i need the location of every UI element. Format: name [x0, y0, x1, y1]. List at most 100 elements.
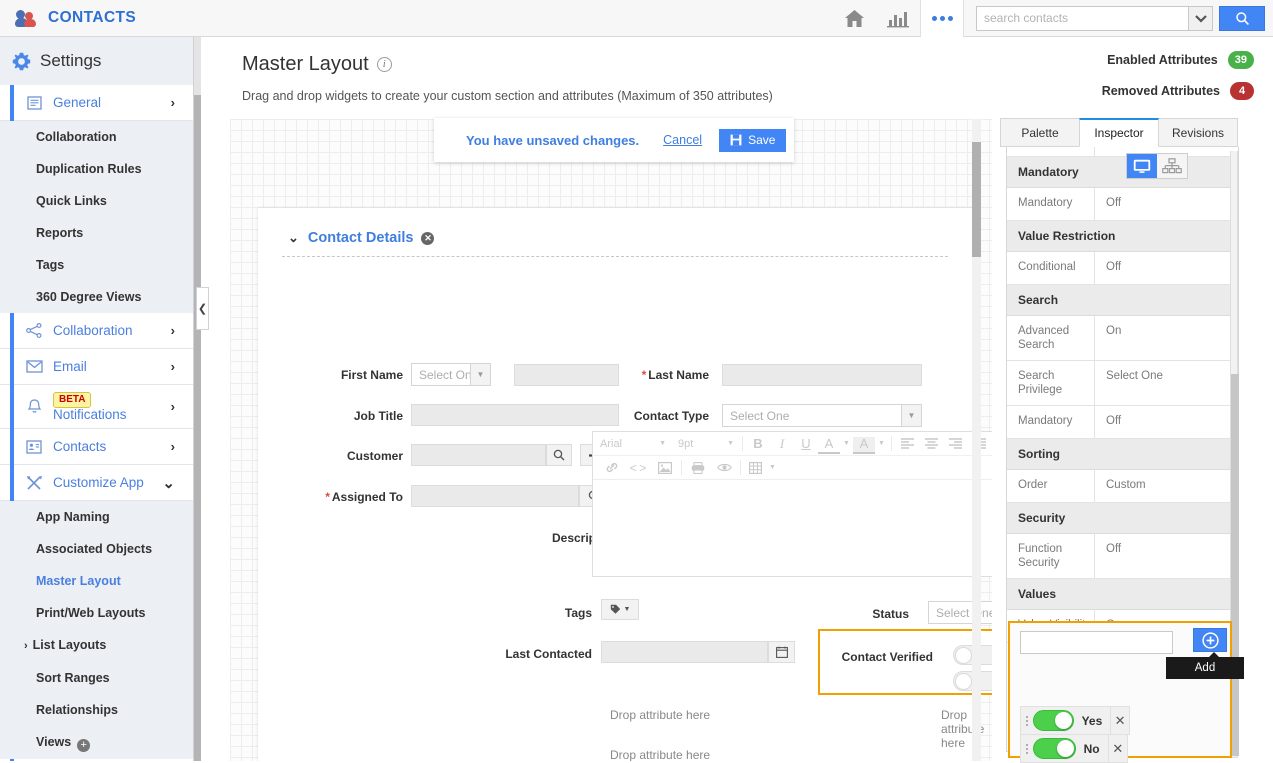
last-contacted-calendar-button[interactable] [768, 641, 795, 663]
property-row[interactable]: Mandatory Off [1007, 406, 1238, 439]
print-icon[interactable] [685, 456, 711, 480]
tags-picker-button[interactable]: ▼ [601, 599, 639, 620]
canvas-scrollbar[interactable] [972, 119, 981, 761]
link-icon[interactable] [598, 456, 625, 480]
sidebar-item-general[interactable]: General › [0, 85, 193, 121]
sidebar-item-notifications[interactable]: BETA Notifications › [0, 385, 193, 429]
contact-type-select[interactable]: Select One ▼ [722, 404, 922, 427]
sidebar-item-tags[interactable]: Tags [0, 249, 193, 281]
sidebar-item-list-layouts[interactable]: › List Layouts [0, 629, 193, 662]
value-enabled-toggle[interactable] [1032, 710, 1074, 731]
property-row[interactable]: Order Custom [1007, 470, 1238, 503]
search-button[interactable] [1219, 5, 1265, 31]
property-value[interactable]: On [1095, 316, 1238, 360]
drag-handle-icon[interactable] [1021, 743, 1033, 754]
source-code-icon[interactable]: < > [625, 456, 651, 480]
sidebar-scrollbar-thumb[interactable] [194, 95, 201, 761]
last-contacted-input[interactable] [601, 641, 768, 663]
property-value[interactable]: Off [1095, 188, 1238, 220]
drop-zone-left[interactable]: Drop attribute here [610, 708, 710, 722]
first-name-prefix-select[interactable]: Select One ▼ [411, 363, 491, 386]
add-value-button[interactable] [1193, 628, 1227, 652]
tab-revisions[interactable]: Revisions [1158, 118, 1238, 147]
sidebar-item-collaboration-sub[interactable]: Collaboration [0, 121, 193, 153]
sidebar-item-customize-app[interactable]: Customize App ⌄ [0, 465, 193, 501]
sidebar-item-collaboration[interactable]: Collaboration › [0, 313, 193, 349]
sidebar-item-views[interactable]: Views + [0, 726, 193, 759]
desktop-view-button[interactable] [1127, 154, 1157, 178]
new-value-input[interactable] [1020, 631, 1173, 654]
info-icon[interactable]: i [376, 57, 392, 72]
search-input[interactable] [976, 5, 1188, 31]
description-editor[interactable]: Arial▼ 9pt▼ B I U A ▼ A ▼ ▼ 123 ▼ [592, 431, 992, 577]
sidebar-item-360-degree-views[interactable]: 360 Degree Views [0, 281, 193, 313]
close-icon[interactable]: ✕ [1107, 735, 1127, 762]
sidebar-item-app-naming[interactable]: App Naming [0, 501, 193, 533]
bullet-list-icon[interactable] [991, 432, 992, 456]
property-value[interactable]: Off [1095, 534, 1238, 578]
inspector-scrollbar-thumb[interactable] [1231, 374, 1239, 756]
save-button[interactable]: Save [719, 128, 787, 152]
first-name-input[interactable] [514, 364, 619, 386]
cancel-button[interactable]: Cancel [663, 133, 702, 147]
chevron-down-icon[interactable]: ▼ [875, 432, 888, 456]
property-row[interactable]: Mandatory Off [1007, 188, 1238, 221]
table-icon[interactable] [744, 456, 766, 480]
property-row[interactable]: Function Security Off [1007, 534, 1238, 579]
tab-inspector[interactable]: Inspector [1079, 118, 1159, 147]
sidebar-item-relationships[interactable]: Relationships [0, 694, 193, 726]
sidebar-item-reports-sub[interactable]: Reports [0, 217, 193, 249]
drop-zone-bottom[interactable]: Drop attribute here [610, 748, 710, 761]
property-value[interactable]: Off [1095, 406, 1238, 438]
reports-button[interactable] [876, 0, 920, 37]
sidebar-item-associated-objects[interactable]: Associated Objects [0, 533, 193, 565]
close-circle-icon[interactable]: ✕ [421, 231, 435, 245]
align-right-icon[interactable] [943, 432, 967, 456]
align-left-icon[interactable] [895, 432, 919, 456]
property-value[interactable]: Custom [1095, 470, 1238, 502]
image-icon[interactable] [651, 456, 678, 480]
close-icon[interactable]: ✕ [1110, 707, 1129, 734]
value-list-item[interactable]: Yes ✕ [1020, 706, 1130, 735]
value-enabled-toggle[interactable] [1033, 738, 1076, 759]
contact-verified-widget[interactable]: Contact Verified Yes No [818, 629, 992, 695]
tree-view-button[interactable] [1157, 154, 1187, 178]
view-mode-toggle[interactable] [1126, 153, 1188, 179]
job-title-input[interactable] [411, 404, 619, 426]
value-list-item[interactable]: No ✕ [1020, 734, 1128, 763]
align-center-icon[interactable] [919, 432, 943, 456]
customer-search-button[interactable] [546, 444, 572, 466]
sidebar-item-master-layout[interactable]: Master Layout [0, 565, 193, 597]
chevron-down-icon[interactable]: ▼ [840, 432, 853, 456]
text-color-icon[interactable]: A [818, 437, 840, 454]
property-row[interactable]: Search Privilege Select One [1007, 361, 1238, 406]
sidebar-item-contacts[interactable]: Contacts › [0, 429, 193, 465]
layout-canvas[interactable]: ⌄ Contact Details ✕ First Name Select On… [230, 119, 992, 761]
chevron-down-icon[interactable]: ⌄ [288, 230, 299, 246]
sidebar-collapse-handle[interactable]: ❮ [196, 287, 209, 330]
preview-eye-icon[interactable] [711, 456, 737, 480]
editor-font-family-select[interactable]: Arial ▼ [593, 438, 671, 450]
tab-palette[interactable]: Palette [1000, 118, 1080, 147]
sidebar-item-print-web-layouts[interactable]: Print/Web Layouts [0, 597, 193, 629]
sidebar-scrollbar[interactable] [194, 37, 201, 761]
status-select[interactable]: Select One ▼ [928, 601, 992, 624]
customer-input[interactable] [411, 444, 546, 466]
underline-icon[interactable]: U [794, 432, 818, 456]
drag-handle-icon[interactable] [1021, 715, 1033, 726]
app-logo[interactable]: CONTACTS [15, 8, 136, 28]
canvas-scrollbar-thumb[interactable] [972, 142, 981, 257]
property-row[interactable]: Conditional Off [1007, 252, 1238, 285]
sidebar-item-email[interactable]: Email › [0, 349, 193, 385]
sidebar-item-sort-ranges[interactable]: Sort Ranges [0, 662, 193, 694]
bold-icon[interactable]: B [746, 432, 770, 456]
home-button[interactable] [832, 0, 876, 37]
editor-font-size-select[interactable]: 9pt ▼ [671, 438, 739, 450]
chevron-down-icon[interactable]: ▼ [766, 456, 779, 480]
plus-circle-icon[interactable]: + [77, 739, 91, 752]
more-options-button[interactable] [920, 0, 964, 37]
drop-zone-right[interactable]: Drop attribute here [941, 708, 992, 750]
property-row[interactable]: Advanced Search On [1007, 316, 1238, 361]
search-scope-dropdown[interactable] [1188, 5, 1213, 31]
sidebar-item-duplication-rules[interactable]: Duplication Rules [0, 153, 193, 185]
